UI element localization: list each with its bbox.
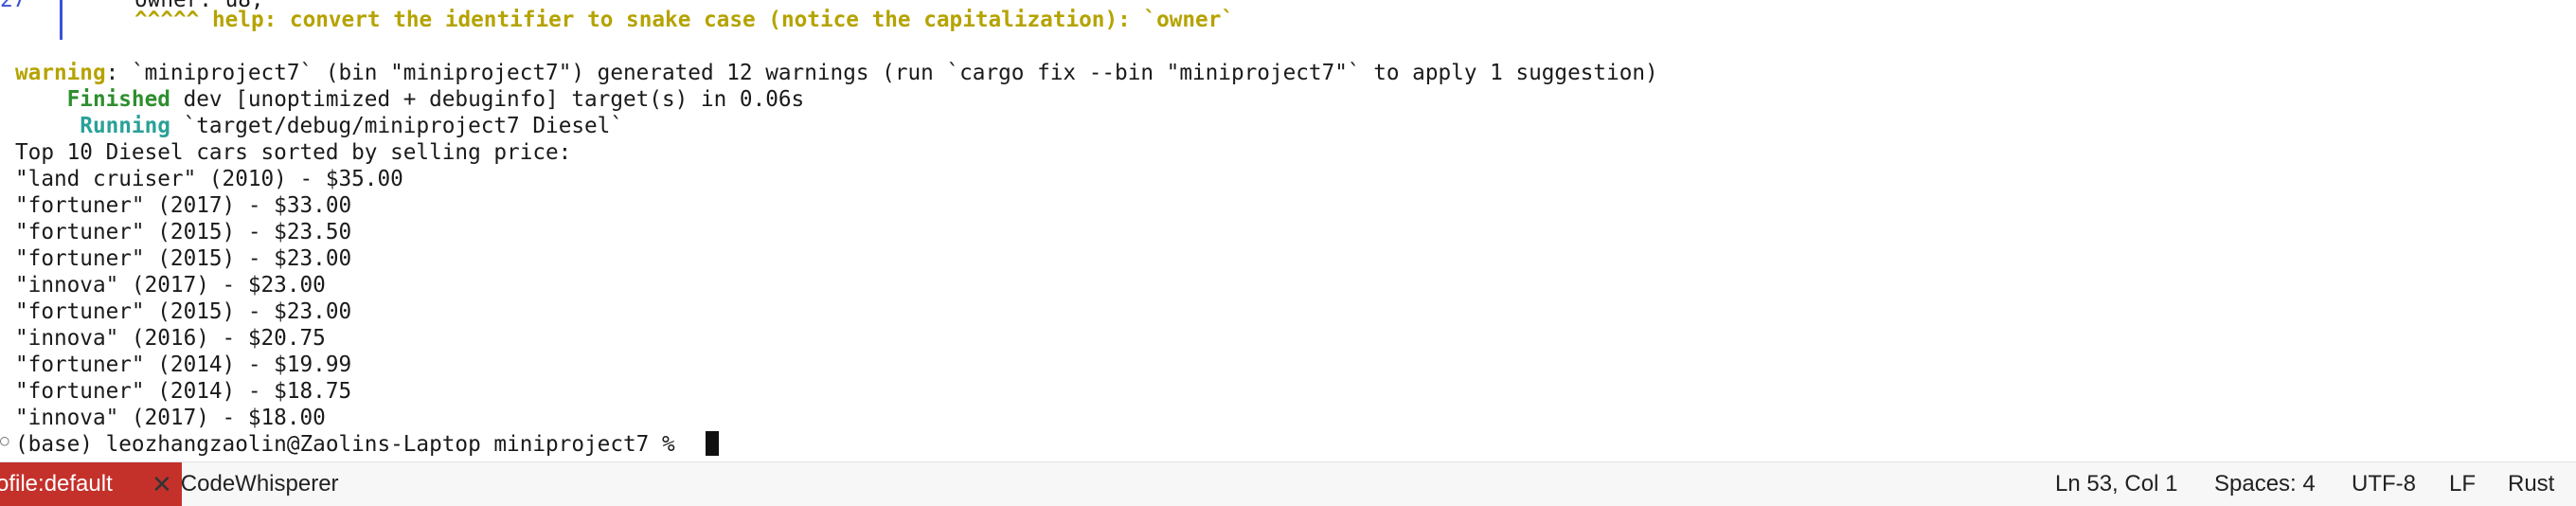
car-list-item: "land cruiser" (2010) - $35.00 — [15, 167, 403, 191]
finished-label: Finished — [66, 87, 170, 112]
warning-label: warning — [15, 61, 106, 85]
line-number: 27 — [0, 0, 27, 12]
line-ending-status[interactable]: LF — [2449, 462, 2476, 506]
shell-prompt[interactable]: (base) leozhangzaolin@Zaolins-Laptop min… — [15, 431, 688, 458]
car-list-item: "innova" (2017) - $18.00 — [15, 406, 326, 430]
prompt-marker-icon: ○ — [0, 431, 9, 449]
finished-line: Finished dev [unoptimized + debuginfo] t… — [15, 86, 805, 113]
profile-label: ofile:default — [0, 471, 113, 497]
running-line: Running `target/debug/miniproject7 Diese… — [15, 113, 623, 139]
car-list-item: "innova" (2016) - $20.75 — [15, 326, 326, 351]
output-heading: Top 10 Diesel cars sorted by selling pri… — [15, 140, 572, 165]
car-list-item: "fortuner" (2014) - $18.75 — [15, 379, 352, 404]
codewhisperer-status-item[interactable]: ✕ CodeWhisperer — [152, 462, 339, 506]
status-bar: ofile:default ✕ CodeWhisperer Ln 53, Col… — [0, 461, 2576, 506]
encoding-status[interactable]: UTF-8 — [2352, 462, 2416, 506]
cursor-position[interactable]: Ln 53, Col 1 — [2055, 462, 2177, 506]
car-list-item: "fortuner" (2015) - $23.00 — [15, 246, 352, 271]
help-message: help: convert the identifier to snake ca… — [211, 8, 1235, 32]
language-mode[interactable]: Rust — [2508, 462, 2554, 506]
running-label: Running — [80, 114, 170, 138]
indentation-status[interactable]: Spaces: 4 — [2214, 462, 2316, 506]
car-list-item: "fortuner" (2017) - $33.00 — [15, 193, 352, 218]
finished-message: dev [unoptimized + debuginfo] target(s) … — [170, 87, 805, 112]
running-message: `target/debug/miniproject7 Diesel` — [170, 114, 623, 138]
warning-message: : `miniproject7` (bin "miniproject7") ge… — [105, 61, 1658, 85]
car-list-item: "fortuner" (2015) - $23.00 — [15, 299, 352, 324]
terminal-cursor — [706, 431, 719, 456]
terminal-panel[interactable]: 27 owner: u8, ^^^^^ help: convert the id… — [0, 0, 2576, 461]
car-list-item: "innova" (2017) - $23.00 — [15, 273, 326, 298]
help-line: ^^^^^ help: convert the identifier to sn… — [134, 7, 1234, 33]
car-list-item: "fortuner" (2015) - $23.50 — [15, 220, 352, 244]
codewhisperer-label: CodeWhisperer — [180, 471, 339, 497]
warning-line: warning: `miniproject7` (bin "miniprojec… — [15, 60, 1658, 86]
gutter-bar — [60, 13, 63, 40]
help-carets: ^^^^^ — [134, 8, 200, 32]
car-list-item: "fortuner" (2014) - $19.99 — [15, 352, 352, 377]
close-x-icon: ✕ — [152, 470, 172, 498]
gutter-bar — [60, 0, 63, 13]
